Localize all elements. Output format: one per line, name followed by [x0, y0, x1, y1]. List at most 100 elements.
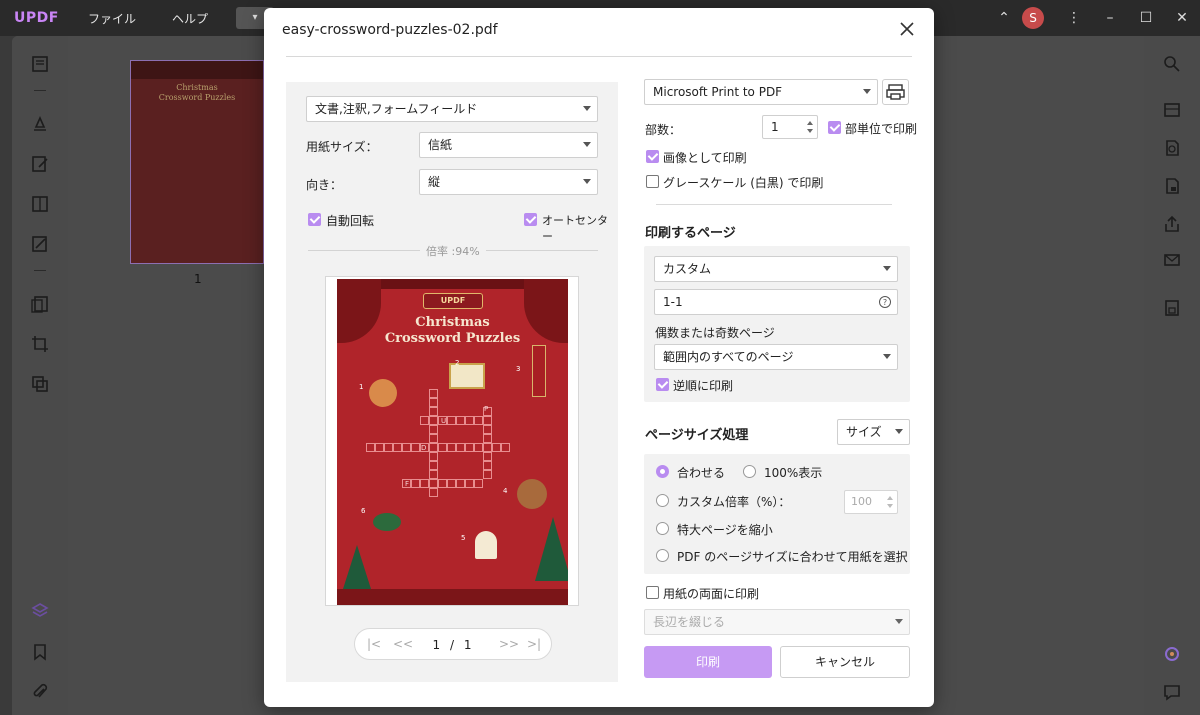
pages-mode-value: カスタム — [663, 262, 712, 276]
stepper-down-icon[interactable] — [807, 129, 813, 133]
crossword-cell — [465, 443, 474, 452]
crossword-cell — [456, 416, 465, 425]
last-page-button[interactable]: >| — [527, 637, 541, 651]
combine-icon[interactable] — [30, 374, 50, 394]
reader-icon[interactable] — [30, 54, 50, 74]
paper-size-select[interactable]: 信紙 — [419, 132, 598, 158]
crossword-cell — [429, 407, 438, 416]
clue-number: 1 — [359, 383, 364, 391]
duplex-binding-select[interactable]: 長辺を綴じる — [644, 609, 910, 635]
convert-icon[interactable] — [1162, 138, 1182, 158]
odd-even-select[interactable]: 範囲内のすべてのページ — [654, 344, 898, 370]
actual-size-label: 100%表示 — [764, 466, 823, 480]
collate-checkbox[interactable] — [828, 121, 841, 134]
highlight-icon[interactable] — [30, 114, 50, 134]
ocr-icon[interactable] — [1162, 100, 1182, 120]
printer-settings-button[interactable] — [882, 79, 909, 105]
printer-select[interactable]: Microsoft Print to PDF — [644, 79, 878, 105]
crossword-cell — [465, 416, 474, 425]
reverse-order-checkbox[interactable] — [656, 378, 669, 391]
custom-scale-input[interactable]: 100 — [844, 490, 898, 514]
pages-mode-select[interactable]: カスタム — [654, 256, 898, 282]
crossword-cell — [411, 479, 420, 488]
search-icon[interactable] — [1162, 54, 1182, 74]
comment-icon[interactable] — [1162, 682, 1182, 702]
more-icon[interactable]: ⋮ — [1056, 10, 1092, 26]
ai-assistant-icon[interactable] — [1162, 644, 1182, 664]
crossword-cell — [420, 479, 429, 488]
crossword-cell — [492, 443, 501, 452]
custom-scale-radio[interactable] — [656, 494, 669, 507]
orientation-select[interactable]: 縦 — [419, 169, 598, 195]
crossword-cell — [456, 479, 465, 488]
crossword-cell — [429, 470, 438, 479]
auto-center-checkbox[interactable] — [524, 213, 537, 226]
maximize-icon[interactable]: ☐ — [1128, 10, 1164, 26]
total-pages: 1 — [463, 638, 472, 652]
share-icon[interactable] — [1162, 214, 1182, 234]
menu-file[interactable]: ファイル — [70, 10, 154, 27]
shrink-radio[interactable] — [656, 522, 669, 535]
fit-label: 合わせる — [677, 466, 726, 480]
crossword-cell — [384, 443, 393, 452]
auto-center-label: オートセンター — [542, 214, 608, 243]
prev-page-button[interactable]: << — [393, 637, 413, 651]
save-icon[interactable] — [1162, 298, 1182, 318]
clue-number: 4 — [503, 487, 508, 495]
crossword-letter: F — [405, 480, 410, 488]
orientation-label: 向き： — [306, 178, 343, 192]
form-icon[interactable] — [30, 194, 50, 214]
preview-title: Christmas Crossword Puzzles — [337, 315, 568, 347]
crop-icon[interactable] — [30, 334, 50, 354]
grayscale-checkbox[interactable] — [646, 175, 659, 188]
print-as-image-checkbox[interactable] — [646, 150, 659, 163]
content-select[interactable]: 文書,注釈,フォームフィールド — [306, 96, 598, 122]
copies-value: 1 — [771, 120, 779, 134]
avatar[interactable]: S — [1022, 7, 1044, 29]
protect-icon[interactable] — [1162, 176, 1182, 196]
copies-stepper[interactable]: 1 — [762, 115, 818, 139]
crossword-cell — [393, 443, 402, 452]
fit-radio[interactable] — [656, 465, 669, 478]
duplex-checkbox[interactable] — [646, 586, 659, 599]
bookmark-icon[interactable] — [30, 642, 50, 662]
page-range-input[interactable]: 1-1 ? — [654, 289, 898, 315]
sign-icon[interactable] — [30, 234, 50, 254]
auto-rotate-checkbox[interactable] — [308, 213, 321, 226]
close-window-icon[interactable]: ✕ — [1164, 10, 1200, 26]
print-as-image-label: 画像として印刷 — [663, 151, 747, 165]
clue-number: 2 — [455, 359, 460, 367]
tree-icon — [535, 517, 568, 581]
choose-paper-radio[interactable] — [656, 549, 669, 562]
crossword-cell — [483, 425, 492, 434]
next-page-button[interactable]: >> — [499, 637, 519, 651]
menu-help[interactable]: ヘルプ — [154, 10, 226, 27]
stepper-up-icon[interactable] — [887, 496, 893, 500]
crossword-cell — [429, 461, 438, 470]
page-thumbnail[interactable]: Christmas Crossword Puzzles — [130, 60, 264, 264]
crossword-cell — [411, 443, 420, 452]
custom-scale-label: カスタム倍率（%）： — [677, 495, 791, 509]
cancel-button[interactable]: キャンセル — [780, 646, 910, 678]
organize-pages-icon[interactable] — [30, 294, 50, 314]
page-indicator[interactable]: 1 / 1 — [417, 635, 487, 655]
first-page-button[interactable]: |< — [367, 637, 381, 651]
chevron-down-icon — [583, 179, 591, 184]
crossword-cell — [474, 479, 483, 488]
collapse-icon[interactable]: ⌃ — [986, 10, 1022, 26]
help-icon[interactable]: ? — [879, 296, 891, 308]
attachment-icon[interactable] — [30, 682, 50, 702]
actual-size-radio[interactable] — [743, 465, 756, 478]
page-size-mode-select[interactable]: サイズ — [837, 419, 910, 445]
stepper-up-icon[interactable] — [807, 121, 813, 125]
edit-icon[interactable] — [30, 154, 50, 174]
email-icon[interactable] — [1162, 250, 1182, 270]
crossword-letter: P — [484, 405, 489, 413]
crossword-cell — [447, 479, 456, 488]
crossword-cell — [429, 434, 438, 443]
layers-icon[interactable] — [30, 601, 50, 621]
minimize-icon[interactable]: – — [1092, 10, 1128, 26]
close-icon[interactable] — [896, 18, 918, 40]
stepper-down-icon[interactable] — [887, 504, 893, 508]
print-button[interactable]: 印刷 — [644, 646, 772, 678]
